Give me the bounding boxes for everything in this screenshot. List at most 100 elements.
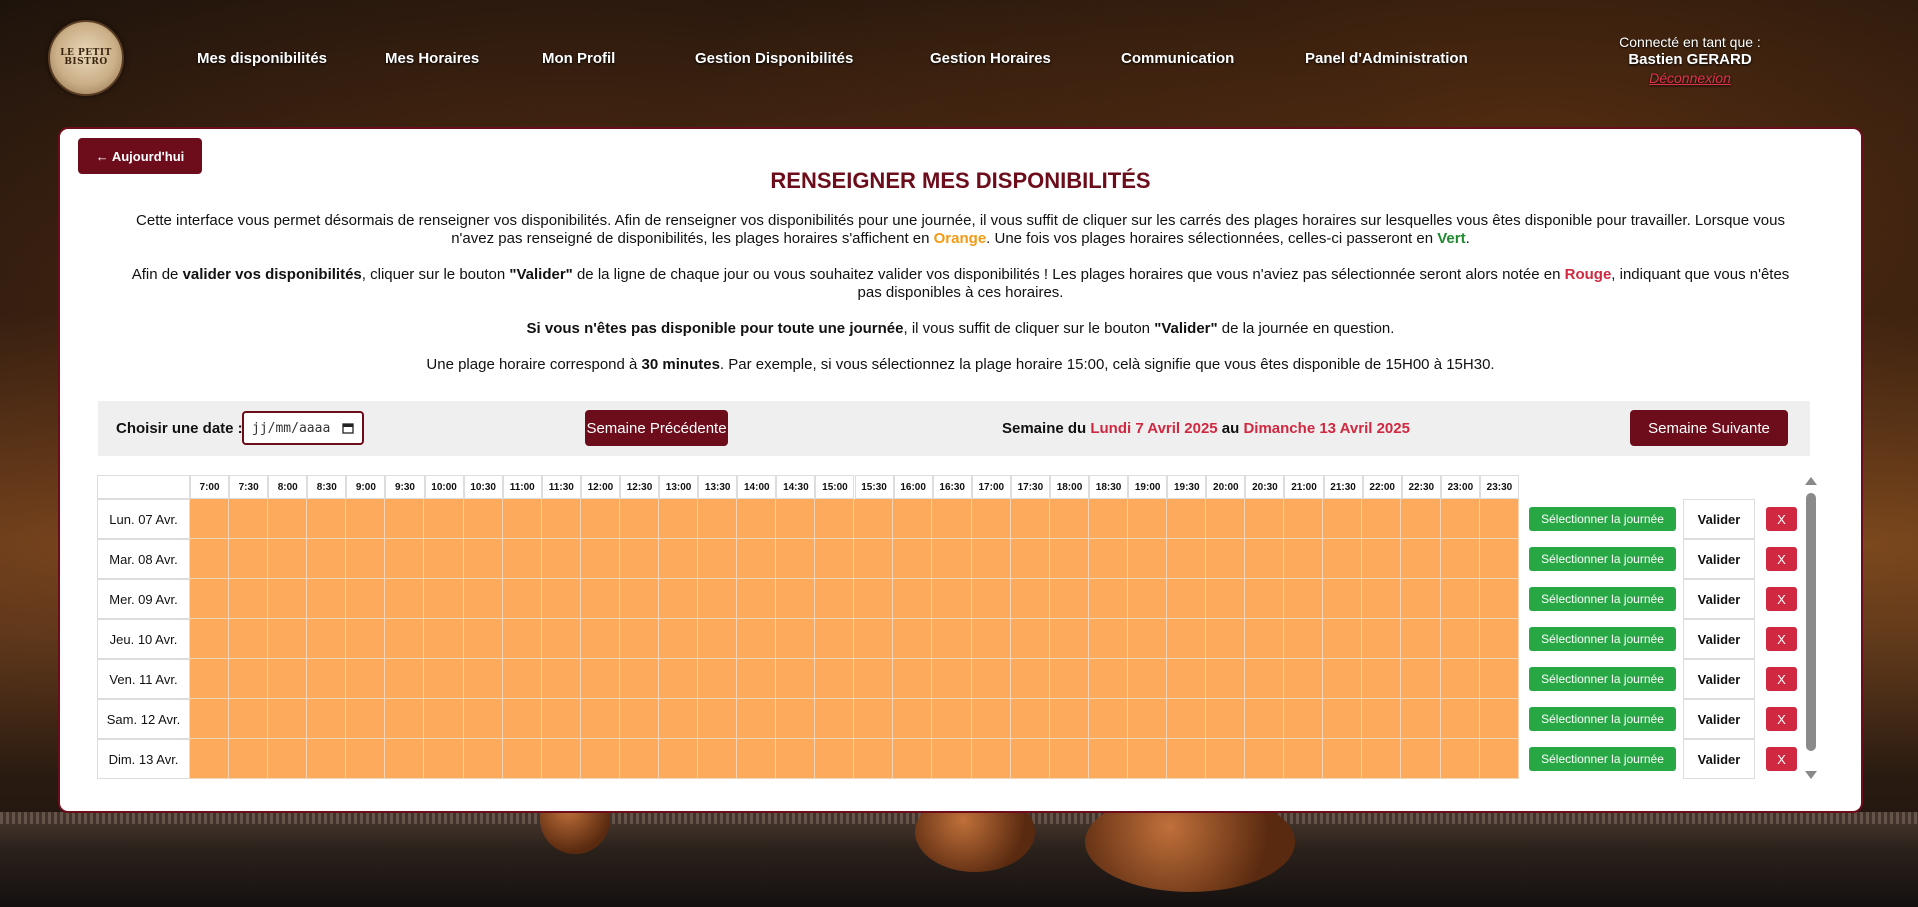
time-slot-cell[interactable] bbox=[190, 659, 230, 699]
time-slot-cell[interactable] bbox=[1323, 619, 1363, 659]
time-slot-cell[interactable] bbox=[268, 579, 308, 619]
select-day-button[interactable]: Sélectionner la journée bbox=[1529, 707, 1676, 731]
time-slot-cell[interactable] bbox=[1284, 699, 1324, 739]
time-slot-cell[interactable] bbox=[1088, 739, 1128, 779]
time-slot-cell[interactable] bbox=[737, 619, 777, 659]
time-slot-cell[interactable] bbox=[1127, 499, 1167, 539]
time-slot-cell[interactable] bbox=[1362, 539, 1402, 579]
time-slot-cell[interactable] bbox=[971, 619, 1011, 659]
time-slot-cell[interactable] bbox=[619, 619, 659, 659]
time-slot-cell[interactable] bbox=[1206, 579, 1246, 619]
validate-button[interactable]: Valider bbox=[1683, 539, 1755, 579]
time-slot-cell[interactable] bbox=[854, 539, 894, 579]
time-slot-cell[interactable] bbox=[1245, 539, 1285, 579]
time-slot-cell[interactable] bbox=[1206, 739, 1246, 779]
time-slot-cell[interactable] bbox=[1010, 499, 1050, 539]
time-slot-cell[interactable] bbox=[854, 579, 894, 619]
time-slot-cell[interactable] bbox=[1323, 579, 1363, 619]
clear-day-button[interactable]: X bbox=[1766, 707, 1797, 731]
time-slot-cell[interactable] bbox=[1127, 579, 1167, 619]
select-day-button[interactable]: Sélectionner la journée bbox=[1529, 747, 1676, 771]
time-slot-cell[interactable] bbox=[737, 499, 777, 539]
time-slot-cell[interactable] bbox=[502, 619, 542, 659]
time-slot-cell[interactable] bbox=[190, 739, 230, 779]
time-slot-cell[interactable] bbox=[1284, 659, 1324, 699]
time-slot-cell[interactable] bbox=[1245, 739, 1285, 779]
time-slot-cell[interactable] bbox=[385, 659, 425, 699]
time-slot-cell[interactable] bbox=[307, 539, 347, 579]
time-slot-cell[interactable] bbox=[1245, 579, 1285, 619]
clear-day-button[interactable]: X bbox=[1766, 507, 1797, 531]
time-slot-cell[interactable] bbox=[1166, 499, 1207, 539]
time-slot-cell[interactable] bbox=[893, 619, 933, 659]
time-slot-cell[interactable] bbox=[776, 659, 816, 699]
scrollbar-thumb[interactable] bbox=[1806, 493, 1816, 751]
time-slot-cell[interactable] bbox=[268, 499, 308, 539]
time-slot-cell[interactable] bbox=[268, 619, 308, 659]
time-slot-cell[interactable] bbox=[854, 739, 894, 779]
time-slot-cell[interactable] bbox=[1440, 539, 1480, 579]
time-slot-cell[interactable] bbox=[346, 699, 386, 739]
time-slot-cell[interactable] bbox=[854, 619, 894, 659]
time-slot-cell[interactable] bbox=[1362, 579, 1402, 619]
time-slot-cell[interactable] bbox=[932, 739, 972, 779]
time-slot-cell[interactable] bbox=[658, 539, 699, 579]
time-slot-cell[interactable] bbox=[307, 619, 347, 659]
time-slot-cell[interactable] bbox=[307, 579, 347, 619]
time-slot-cell[interactable] bbox=[1479, 619, 1519, 659]
select-day-button[interactable]: Sélectionner la journée bbox=[1529, 667, 1676, 691]
time-slot-cell[interactable] bbox=[1127, 619, 1167, 659]
time-slot-cell[interactable] bbox=[971, 499, 1011, 539]
time-slot-cell[interactable] bbox=[463, 739, 503, 779]
time-slot-cell[interactable] bbox=[1049, 739, 1089, 779]
time-slot-cell[interactable] bbox=[737, 699, 777, 739]
time-slot-cell[interactable] bbox=[1206, 539, 1246, 579]
time-slot-cell[interactable] bbox=[1479, 739, 1519, 779]
time-slot-cell[interactable] bbox=[190, 619, 230, 659]
time-slot-cell[interactable] bbox=[580, 619, 620, 659]
validate-button[interactable]: Valider bbox=[1683, 579, 1755, 619]
time-slot-cell[interactable] bbox=[698, 739, 738, 779]
time-slot-cell[interactable] bbox=[580, 499, 620, 539]
time-slot-cell[interactable] bbox=[502, 499, 542, 539]
time-slot-cell[interactable] bbox=[1166, 619, 1207, 659]
time-slot-cell[interactable] bbox=[1284, 539, 1324, 579]
time-slot-cell[interactable] bbox=[932, 539, 972, 579]
clear-day-button[interactable]: X bbox=[1766, 587, 1797, 611]
brand-logo[interactable]: LE PETIT BISTRO bbox=[48, 20, 124, 96]
time-slot-cell[interactable] bbox=[737, 659, 777, 699]
time-slot-cell[interactable] bbox=[1362, 619, 1402, 659]
time-slot-cell[interactable] bbox=[619, 659, 659, 699]
time-slot-cell[interactable] bbox=[346, 579, 386, 619]
time-slot-cell[interactable] bbox=[1440, 499, 1480, 539]
time-slot-cell[interactable] bbox=[932, 579, 972, 619]
time-slot-cell[interactable] bbox=[1479, 579, 1519, 619]
time-slot-cell[interactable] bbox=[229, 699, 269, 739]
time-slot-cell[interactable] bbox=[1049, 619, 1089, 659]
previous-week-button[interactable]: Semaine Précédente bbox=[585, 410, 728, 446]
nav-gestion-horaires[interactable]: Gestion Horaires bbox=[930, 50, 1051, 67]
validate-button[interactable]: Valider bbox=[1683, 619, 1755, 659]
time-slot-cell[interactable] bbox=[1479, 539, 1519, 579]
time-slot-cell[interactable] bbox=[502, 579, 542, 619]
time-slot-cell[interactable] bbox=[619, 699, 659, 739]
time-slot-cell[interactable] bbox=[1010, 539, 1050, 579]
time-slot-cell[interactable] bbox=[424, 579, 464, 619]
time-slot-cell[interactable] bbox=[424, 699, 464, 739]
time-slot-cell[interactable] bbox=[1245, 699, 1285, 739]
time-slot-cell[interactable] bbox=[1088, 619, 1128, 659]
time-slot-cell[interactable] bbox=[815, 699, 855, 739]
time-slot-cell[interactable] bbox=[1049, 499, 1089, 539]
time-slot-cell[interactable] bbox=[580, 579, 620, 619]
time-slot-cell[interactable] bbox=[658, 579, 699, 619]
clear-day-button[interactable]: X bbox=[1766, 547, 1797, 571]
time-slot-cell[interactable] bbox=[1362, 739, 1402, 779]
time-slot-cell[interactable] bbox=[1088, 499, 1128, 539]
time-slot-cell[interactable] bbox=[1440, 619, 1480, 659]
time-slot-cell[interactable] bbox=[815, 579, 855, 619]
time-slot-cell[interactable] bbox=[541, 699, 581, 739]
time-slot-cell[interactable] bbox=[190, 499, 230, 539]
time-slot-cell[interactable] bbox=[1166, 739, 1207, 779]
time-slot-cell[interactable] bbox=[502, 739, 542, 779]
validate-button[interactable]: Valider bbox=[1683, 659, 1755, 699]
